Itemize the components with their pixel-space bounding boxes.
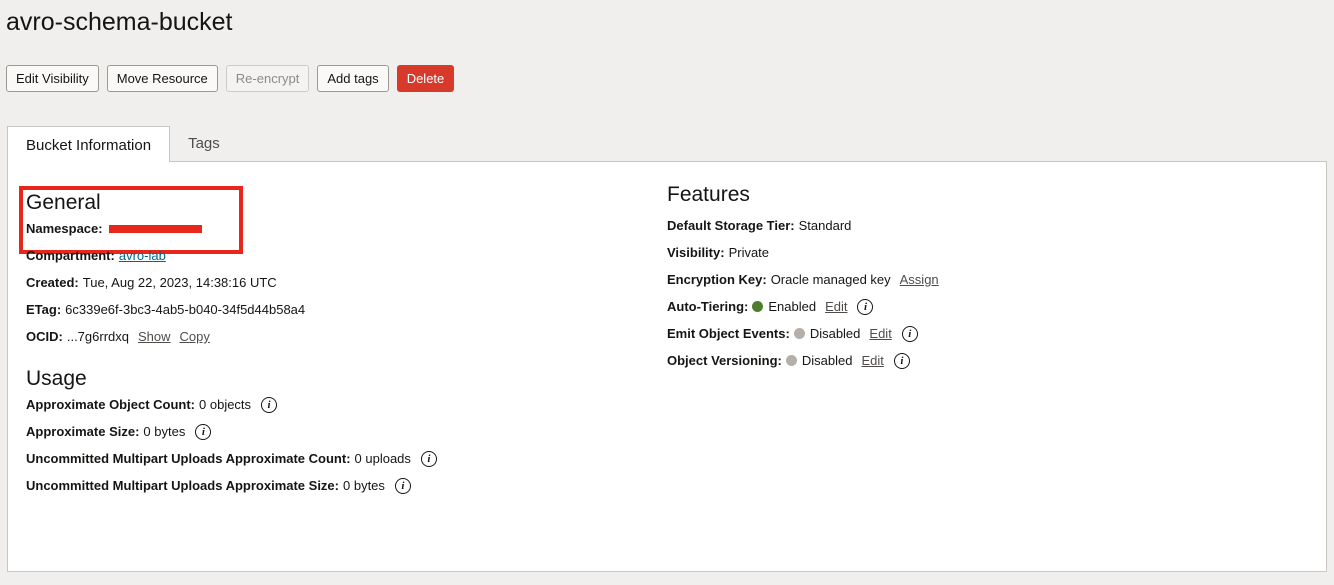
multipart-size-value: 0 bytes [343, 478, 385, 493]
ocid-value: ...7g6rrdxq [66, 329, 129, 344]
tab-bar: Bucket Information Tags [7, 126, 238, 162]
etag-row: ETag: 6c339e6f-3bc3-4ab5-b040-34f5d44b58… [26, 296, 437, 323]
compartment-label: Compartment: [26, 248, 115, 263]
storage-tier-label: Default Storage Tier: [667, 218, 795, 233]
object-count-value: 0 objects [199, 397, 252, 412]
emit-events-value: Disabled [809, 326, 861, 341]
object-count-label: Approximate Object Count: [26, 397, 196, 412]
assign-link[interactable]: Assign [900, 272, 939, 287]
namespace-row: Namespace: [26, 215, 437, 242]
page-title: avro-schema-bucket [6, 8, 233, 36]
info-icon[interactable]: i [857, 298, 874, 315]
auto-tiering-edit-link[interactable]: Edit [825, 299, 847, 314]
info-icon[interactable]: i [394, 477, 411, 494]
multipart-count-label: Uncommitted Multipart Uploads Approximat… [26, 451, 351, 466]
emit-events-row: Emit Object Events: Disabled Edit i [667, 320, 939, 347]
multipart-count-row: Uncommitted Multipart Uploads Approximat… [26, 445, 437, 472]
info-icon[interactable]: i [195, 423, 212, 440]
delete-button[interactable]: Delete [396, 65, 455, 92]
bucket-information-panel: General Namespace: Compartment: avro-lab… [7, 161, 1327, 572]
reencrypt-button[interactable]: Re-encrypt [225, 65, 310, 92]
ocid-show-link[interactable]: Show [138, 329, 171, 344]
compartment-link[interactable]: avro-lab [119, 248, 166, 263]
move-resource-button[interactable]: Move Resource [106, 65, 218, 92]
versioning-row: Object Versioning: Disabled Edit i [667, 347, 939, 374]
status-disabled-dot [785, 355, 797, 366]
encryption-label: Encryption Key: [667, 272, 767, 287]
general-section: General Namespace: Compartment: avro-lab… [26, 190, 437, 499]
compartment-row: Compartment: avro-lab [26, 242, 437, 269]
edit-visibility-button[interactable]: Edit Visibility [6, 65, 99, 92]
info-icon[interactable]: i [420, 450, 437, 467]
multipart-size-row: Uncommitted Multipart Uploads Approximat… [26, 472, 437, 499]
namespace-label: Namespace: [26, 221, 103, 236]
visibility-label: Visibility: [667, 245, 725, 260]
created-row: Created: Tue, Aug 22, 2023, 14:38:16 UTC [26, 269, 437, 296]
emit-events-label: Emit Object Events: [667, 326, 790, 341]
versioning-value: Disabled [801, 353, 853, 368]
visibility-row: Visibility: Private [667, 239, 939, 266]
size-row: Approximate Size: 0 bytes i [26, 418, 437, 445]
storage-tier-value: Standard [798, 218, 852, 233]
encryption-row: Encryption Key: Oracle managed key Assig… [667, 266, 939, 293]
versioning-edit-link[interactable]: Edit [861, 353, 883, 368]
status-disabled-dot [793, 328, 805, 339]
object-count-row: Approximate Object Count: 0 objects i [26, 391, 437, 418]
auto-tiering-label: Auto-Tiering: [667, 299, 749, 314]
info-icon[interactable]: i [261, 396, 278, 413]
ocid-row: OCID: ...7g6rrdxq Show Copy [26, 323, 437, 350]
emit-events-edit-link[interactable]: Edit [869, 326, 891, 341]
tab-bucket-information[interactable]: Bucket Information [7, 126, 171, 162]
etag-value: 6c339e6f-3bc3-4ab5-b040-34f5d44b58a4 [65, 302, 306, 317]
auto-tiering-value: Enabled [768, 299, 817, 314]
size-value: 0 bytes [143, 424, 186, 439]
created-value: Tue, Aug 22, 2023, 14:38:16 UTC [82, 275, 277, 290]
encryption-value: Oracle managed key [770, 272, 891, 287]
usage-heading: Usage [26, 367, 87, 390]
features-heading: Features [667, 183, 750, 206]
size-label: Approximate Size: [26, 424, 140, 439]
visibility-value: Private [728, 245, 770, 260]
general-heading: General [26, 191, 101, 214]
tab-tags[interactable]: Tags [170, 126, 238, 161]
features-section: Features Default Storage Tier: Standard … [667, 182, 939, 374]
info-icon[interactable]: i [901, 325, 918, 342]
etag-label: ETag: [26, 302, 62, 317]
storage-tier-row: Default Storage Tier: Standard [667, 212, 939, 239]
auto-tiering-row: Auto-Tiering: Enabled Edit i [667, 293, 939, 320]
multipart-count-value: 0 uploads [354, 451, 411, 466]
action-toolbar: Edit Visibility Move Resource Re-encrypt… [6, 65, 455, 92]
namespace-redaction [108, 224, 202, 233]
info-icon[interactable]: i [893, 352, 910, 369]
versioning-label: Object Versioning: [667, 353, 782, 368]
status-enabled-dot [752, 301, 764, 312]
multipart-size-label: Uncommitted Multipart Uploads Approximat… [26, 478, 339, 493]
created-label: Created: [26, 275, 79, 290]
ocid-copy-link[interactable]: Copy [180, 329, 210, 344]
ocid-label: OCID: [26, 329, 63, 344]
add-tags-button[interactable]: Add tags [317, 65, 389, 92]
